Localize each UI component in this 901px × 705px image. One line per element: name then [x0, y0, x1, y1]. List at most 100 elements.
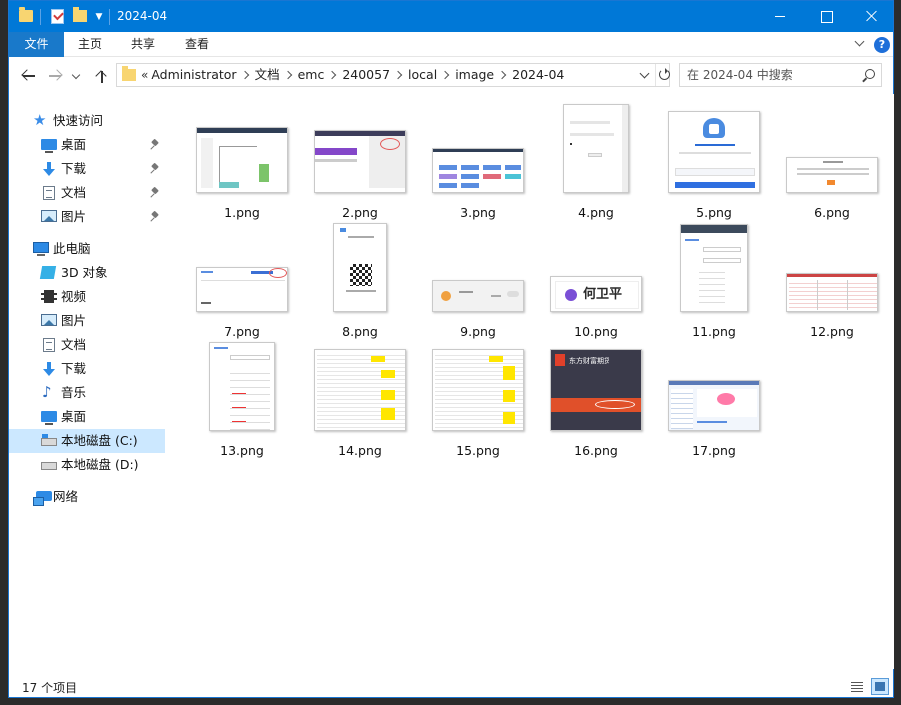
back-arrow-icon[interactable] [19, 67, 37, 85]
refresh-icon[interactable] [655, 64, 671, 86]
sidebar-item-drive-c[interactable]: 本地磁盘 (C:) [9, 429, 165, 453]
file-item[interactable]: 17.png [659, 342, 769, 460]
music-icon: ♪ [42, 383, 52, 401]
close-button[interactable] [849, 1, 895, 32]
file-item[interactable]: 东方财富期货 16.png [541, 342, 651, 460]
sidebar-item-this-pc[interactable]: 此电脑 [9, 237, 165, 261]
file-item[interactable]: 9.png [423, 223, 533, 341]
minimize-button[interactable] [757, 1, 803, 32]
sidebar-item-documents-pinned[interactable]: 文档 [9, 181, 165, 205]
sidebar-item-music[interactable]: ♪ 音乐 [9, 381, 165, 405]
chevron-down-icon[interactable]: ▼ [93, 10, 105, 24]
file-item[interactable]: 2.png [305, 104, 415, 222]
file-item[interactable]: 1.png [187, 104, 297, 222]
address-dropdown-chevron-icon[interactable] [637, 64, 653, 86]
sidebar-item-videos[interactable]: 视频 [9, 285, 165, 309]
chevron-right-icon[interactable] [324, 64, 342, 86]
tab-home[interactable]: 主页 [65, 32, 115, 57]
breadcrumb-item[interactable]: Administrator [151, 64, 236, 86]
thumbnail [187, 342, 297, 440]
search-icon[interactable] [861, 68, 875, 82]
chevron-right-icon[interactable] [237, 64, 255, 86]
file-item[interactable]: 7.png [187, 223, 297, 341]
sidebar-item-label: 快速访问 [53, 113, 104, 128]
file-item[interactable]: 3.png [423, 104, 533, 222]
chevron-right-icon[interactable] [494, 64, 512, 86]
tab-view[interactable]: 查看 [171, 32, 223, 57]
file-item[interactable]: 13.png [187, 342, 297, 460]
sidebar-item-network[interactable]: 网络 [9, 485, 165, 509]
help-icon[interactable]: ? [874, 37, 890, 53]
sidebar-item-desktop-pinned[interactable]: 桌面 [9, 133, 165, 157]
pin-icon[interactable] [151, 164, 159, 174]
address-bar[interactable]: « Administrator 文档 emc 240057 local imag… [116, 63, 670, 87]
vertical-scrollbar[interactable] [882, 94, 894, 669]
properties-icon[interactable] [51, 9, 64, 24]
forward-arrow-icon[interactable] [47, 67, 65, 85]
sidebar-item-documents[interactable]: 文档 [9, 333, 165, 357]
recent-locations-chevron-icon[interactable] [71, 67, 83, 85]
network-icon [33, 491, 52, 506]
breadcrumb-item[interactable]: image [455, 64, 494, 86]
document-icon [43, 186, 55, 200]
file-item[interactable]: 4.png [541, 104, 651, 222]
file-item[interactable]: 12.png [777, 223, 887, 341]
thumbnail [541, 104, 651, 202]
pin-icon[interactable] [151, 212, 159, 222]
sidebar-item-downloads-pinned[interactable]: 下载 [9, 157, 165, 181]
pin-icon[interactable] [151, 140, 159, 150]
file-item[interactable]: 5.png [659, 104, 769, 222]
desktop-icon [41, 139, 57, 153]
file-item[interactable]: 11.png [659, 223, 769, 341]
file-item[interactable]: 15.png [423, 342, 533, 460]
pin-icon[interactable] [151, 188, 159, 198]
sidebar-item-quick-access[interactable]: ★ 快速访问 [9, 109, 165, 133]
large-icons-view-icon[interactable] [871, 678, 889, 695]
sidebar-item-label: 图片 [61, 209, 87, 224]
sidebar-item-label: 此电脑 [53, 241, 91, 256]
drive-icon [41, 462, 57, 470]
expand-ribbon-chevron-icon[interactable] [854, 38, 866, 50]
breadcrumb-item[interactable]: local [408, 64, 437, 86]
file-item[interactable]: 何卫平 10.png [541, 223, 651, 341]
chevron-right-icon[interactable] [437, 64, 455, 86]
sidebar-item-downloads[interactable]: 下载 [9, 357, 165, 381]
maximize-button[interactable] [803, 1, 849, 32]
sidebar-item-label: 文档 [61, 337, 87, 352]
breadcrumb-item[interactable]: 2024-04 [512, 64, 564, 86]
search-input[interactable]: 在 2024-04 中搜索 [679, 63, 882, 87]
sidebar-item-desktop[interactable]: 桌面 [9, 405, 165, 429]
file-name: 10.png [574, 324, 618, 339]
new-folder-icon[interactable] [73, 7, 87, 22]
file-name: 15.png [456, 443, 500, 458]
breadcrumb-item[interactable]: 文档 [255, 64, 280, 86]
tab-share[interactable]: 共享 [117, 32, 169, 57]
file-name: 6.png [814, 205, 850, 220]
breadcrumb-item[interactable]: 240057 [342, 64, 390, 86]
sidebar-item-pictures[interactable]: 图片 [9, 309, 165, 333]
item-count: 17 个项目 [22, 681, 78, 695]
breadcrumb-item[interactable]: emc [298, 64, 325, 86]
thumbnail [423, 223, 533, 321]
up-arrow-icon[interactable] [93, 67, 111, 85]
ribbon-tabs: 文件 主页 共享 查看 ? [9, 32, 893, 57]
file-name: 17.png [692, 443, 736, 458]
file-name: 16.png [574, 443, 618, 458]
sidebar-item-pictures-pinned[interactable]: 图片 [9, 205, 165, 229]
title-bar[interactable]: ▼ 2024-04 [9, 1, 893, 32]
file-item[interactable]: 14.png [305, 342, 415, 460]
details-view-icon[interactable] [849, 680, 865, 694]
chevron-right-icon[interactable] [280, 64, 298, 86]
sidebar-item-label: 下载 [61, 361, 87, 376]
sidebar-item-3d-objects[interactable]: 3D 对象 [9, 261, 165, 285]
breadcrumb-overflow[interactable]: « [141, 64, 148, 86]
status-bar: 17 个项目 [9, 676, 893, 698]
chevron-right-icon[interactable] [390, 64, 408, 86]
sidebar-item-drive-d[interactable]: 本地磁盘 (D:) [9, 453, 165, 477]
sidebar-item-label: 文档 [61, 185, 87, 200]
file-name: 14.png [338, 443, 382, 458]
file-item[interactable]: 6.png [777, 104, 887, 222]
tab-file[interactable]: 文件 [9, 32, 64, 57]
sidebar-item-label: 网络 [53, 489, 79, 504]
file-item[interactable]: 8.png [305, 223, 415, 341]
